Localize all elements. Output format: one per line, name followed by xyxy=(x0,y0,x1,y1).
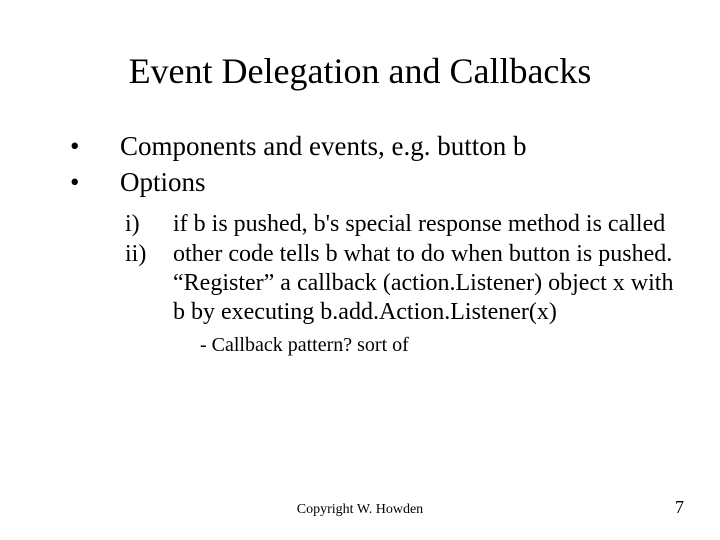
bullet-text: Options xyxy=(120,166,206,200)
footer-copyright: Copyright W. Howden xyxy=(0,502,720,518)
sub-note: - Callback pattern? sort of xyxy=(200,334,680,357)
bullet-mark: • xyxy=(70,166,120,200)
sub-mark: i) xyxy=(125,210,173,239)
sub-mark: ii) xyxy=(125,240,173,328)
bullet-mark: • xyxy=(70,130,120,164)
list-item: • Options xyxy=(70,166,680,200)
sub-text: if b is pushed, b's special response met… xyxy=(173,210,665,239)
sub-text: other code tells b what to do when butto… xyxy=(173,240,680,328)
list-item: i) if b is pushed, b's special response … xyxy=(125,210,680,239)
list-item: ii) other code tells b what to do when b… xyxy=(125,240,680,328)
sub-list: i) if b is pushed, b's special response … xyxy=(125,210,680,328)
slide-title: Event Delegation and Callbacks xyxy=(40,50,680,92)
page-number: 7 xyxy=(675,497,684,518)
bullet-list: • Components and events, e.g. button b •… xyxy=(70,130,680,357)
bullet-text: Components and events, e.g. button b xyxy=(120,130,526,164)
list-item: • Components and events, e.g. button b xyxy=(70,130,680,164)
